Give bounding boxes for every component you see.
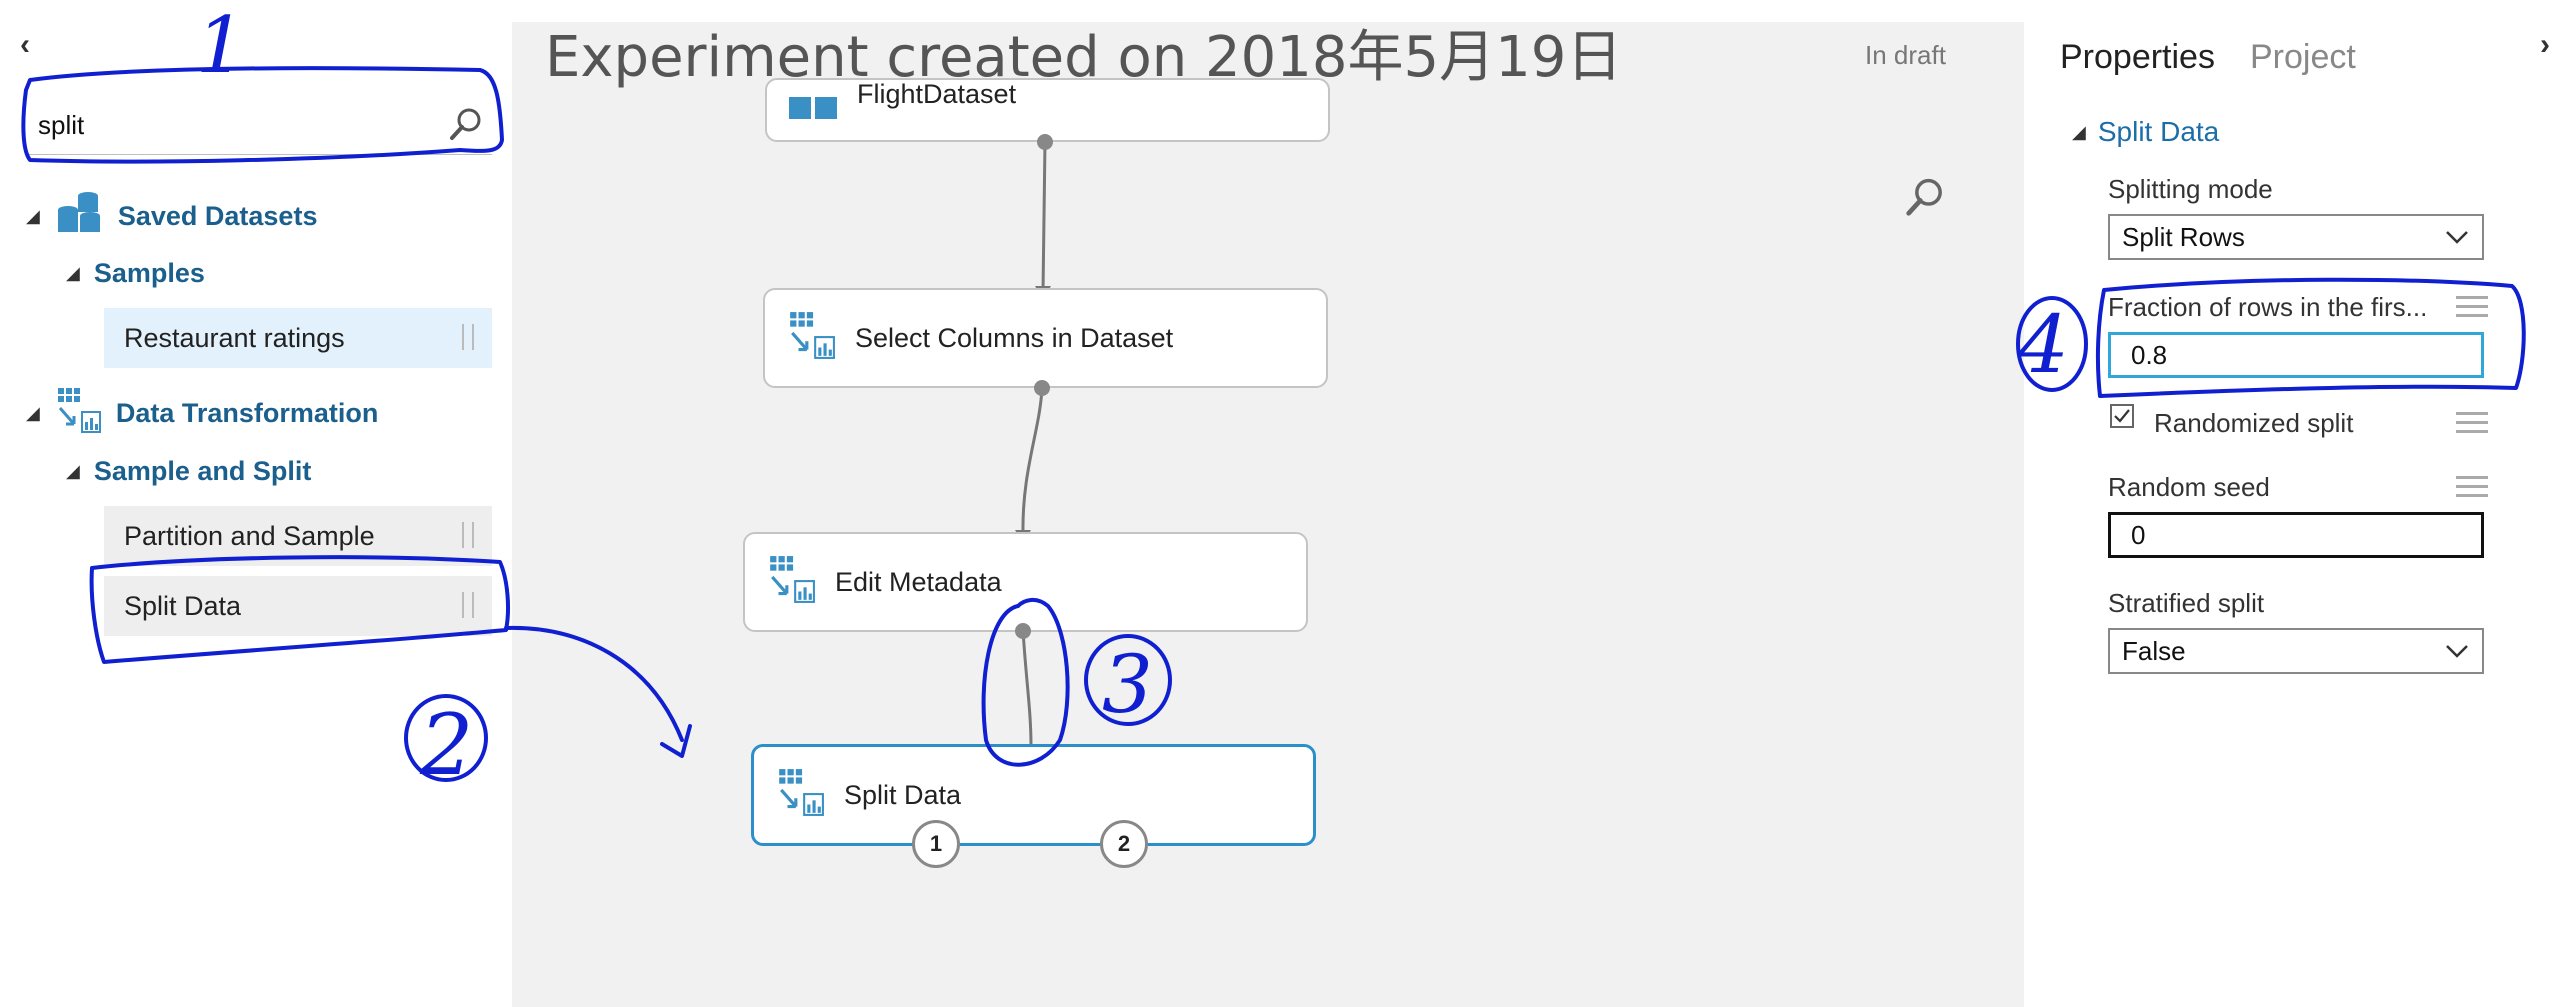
section-title-label: Split Data (2097, 116, 2220, 147)
output-port-2[interactable]: 2 (1100, 820, 1148, 868)
dataset-icon (787, 97, 839, 134)
output-port[interactable] (1015, 623, 1031, 639)
stratified-split-select[interactable]: False (2108, 628, 2484, 674)
fraction-input[interactable] (2108, 332, 2484, 378)
collapse-properties-chevron-icon[interactable]: › (2540, 28, 2550, 62)
parameter-menu-icon[interactable] (2456, 296, 2488, 323)
random-seed-input[interactable] (2108, 512, 2484, 558)
properties-panel (2024, 0, 2575, 1007)
fraction-label: Fraction of rows in the firs... (2108, 292, 2428, 322)
random-seed-label: Random seed (2108, 472, 2270, 502)
parameter-menu-icon[interactable] (2456, 476, 2488, 503)
randomized-split-label: Randomized split (2154, 408, 2354, 438)
module-label: FlightDataset (857, 79, 1017, 109)
randomized-split-checkbox[interactable] (2110, 404, 2134, 428)
select-value: False (2122, 635, 2186, 666)
data-transform-icon (765, 554, 817, 611)
chevron-down-icon[interactable] (2444, 224, 2470, 257)
expanded-triangle-icon[interactable]: ◢ (2072, 122, 2086, 143)
chevron-down-icon[interactable] (2444, 638, 2470, 671)
properties-section-title[interactable]: ◢ Split Data (2072, 116, 2219, 148)
parameter-menu-icon[interactable] (2456, 412, 2488, 439)
module-select-columns[interactable]: Select Columns in Dataset (763, 288, 1328, 388)
tab-properties[interactable]: Properties (2060, 38, 2215, 77)
select-value: Split Rows (2122, 221, 2245, 252)
output-port-1[interactable]: 1 (912, 820, 960, 868)
module-label: Split Data (844, 779, 962, 810)
data-transform-icon (785, 310, 837, 367)
module-label: Edit Metadata (835, 566, 1002, 597)
splitting-mode-select[interactable]: Split Rows (2108, 214, 2484, 260)
data-transform-icon (774, 767, 826, 824)
output-port[interactable] (1037, 134, 1053, 150)
splitting-mode-label: Splitting mode (2108, 174, 2273, 204)
stratified-split-label: Stratified split (2108, 588, 2265, 618)
module-dataset-partial[interactable]: FlightDataset (765, 78, 1330, 142)
output-port[interactable] (1034, 380, 1050, 396)
module-label: Select Columns in Dataset (855, 322, 1174, 353)
module-edit-metadata[interactable]: Edit Metadata (743, 532, 1308, 632)
tab-project[interactable]: Project (2250, 38, 2356, 77)
module-split-data[interactable]: Split Data (751, 744, 1316, 846)
